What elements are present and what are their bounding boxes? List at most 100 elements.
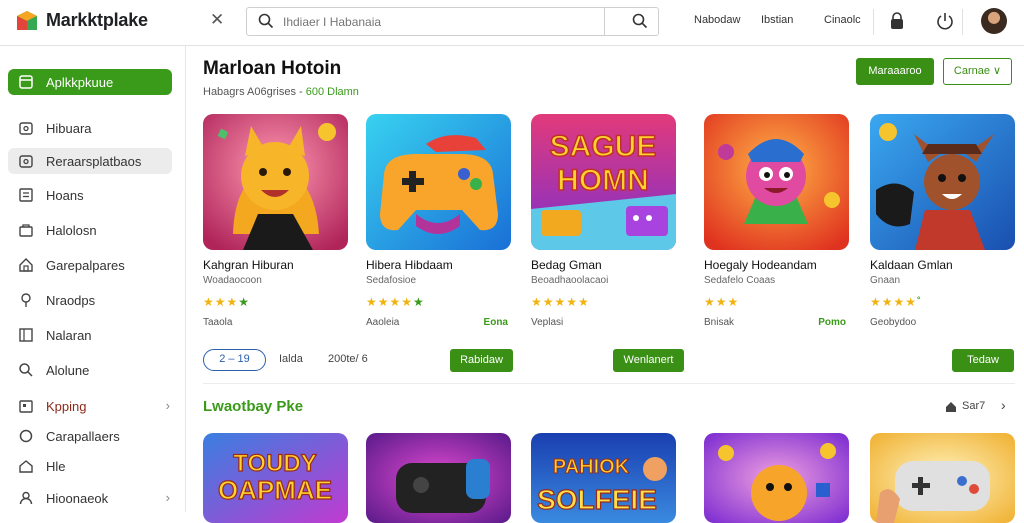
app-thumbnail[interactable]	[366, 114, 511, 250]
power-icon[interactable]	[936, 11, 954, 31]
list-icon	[19, 188, 33, 202]
sidebar-item-12[interactable]: Hle	[8, 453, 172, 479]
tag-icon	[19, 155, 33, 168]
app-thumbnail[interactable]	[870, 114, 1015, 250]
sidebar-item-apps[interactable]: Aplkkpkuue	[8, 69, 172, 95]
section-see-all-link[interactable]: Sar7	[962, 400, 985, 412]
avatar[interactable]	[981, 8, 1007, 34]
search-submit-icon[interactable]	[632, 13, 648, 29]
sidebar-item-7[interactable]: Nraodps	[8, 287, 172, 313]
primary-button[interactable]: Maraaaroo	[856, 58, 934, 85]
sidebar-item-label: Kpping	[46, 399, 87, 414]
pagination-count: 200te/ 6	[328, 353, 368, 365]
sidebar-item-10[interactable]: Kpping ›	[8, 393, 172, 419]
app-title[interactable]: Hibera Hibdaam	[366, 258, 453, 272]
star-icon: ★★★★	[366, 295, 414, 309]
rating-stars: ★★★★˚	[870, 295, 922, 309]
game-logo-icon: TOUDY	[233, 450, 317, 477]
top-link-3[interactable]: Cinaolc	[824, 14, 861, 26]
app-title[interactable]: Kahgran Hiburan	[203, 258, 294, 272]
top-bar: Markktplake ✕ Nabodaw Ibstian Cinaolc	[0, 0, 1024, 46]
star-icon: ˚	[917, 295, 923, 309]
marketplace-logo-icon[interactable]	[14, 8, 40, 34]
sidebar-item-label: Aplkkpkuue	[46, 75, 114, 90]
brand-name[interactable]: Markktplake	[46, 10, 148, 31]
sidebar-item-2[interactable]: Hibuara	[8, 115, 172, 141]
chevron-right-icon[interactable]: ›	[1001, 397, 1006, 413]
sidebar-item-4[interactable]: Hoans	[8, 182, 172, 208]
sidebar-item-13[interactable]: Hioonaeok ›	[8, 485, 172, 511]
app-meta: Bnisak	[704, 317, 735, 328]
sidebar-item-6[interactable]: Garepalpares	[8, 252, 172, 278]
search-icon	[19, 363, 33, 377]
app-developer: Sedafelo Coaas	[704, 275, 776, 286]
game-logo-icon: OAPMAE	[218, 475, 332, 505]
top-link-2[interactable]: Ibstian	[761, 14, 793, 26]
app-thumbnail[interactable]: PAHIOK SOLFEIE	[531, 433, 676, 523]
home-icon	[19, 258, 33, 272]
app-developer: Beoadhaoolacaoi	[531, 275, 609, 286]
star-icon: ★	[413, 295, 425, 309]
sidebar-item-label: Reraarsplatbaos	[46, 154, 142, 169]
star-icon: ★★★	[704, 295, 740, 309]
box-icon	[19, 400, 33, 413]
app-meta: Geobydoo	[870, 317, 917, 328]
home-icon[interactable]	[945, 401, 957, 413]
pagination-control[interactable]: 2 – 19	[203, 349, 266, 371]
sidebar-item-label: Hle	[46, 459, 66, 474]
page-subtitle: Habagrs A06grises - 600 Dlamn	[203, 86, 359, 98]
sidebar-item-label: Hioonaeok	[46, 491, 109, 506]
star-icon: ★★★★★	[531, 295, 590, 309]
category-dropdown-button[interactable]: Carnae ∨	[943, 58, 1012, 85]
app-thumbnail[interactable]: TOUDY OAPMAE	[203, 433, 348, 523]
section-title: Lwaotbay Pke	[203, 398, 304, 415]
game-logo-icon: SOLFEIE	[537, 484, 657, 515]
app-title[interactable]: Hoegaly Hodeandam	[704, 258, 817, 272]
app-developer: Gnaan	[870, 275, 901, 286]
sidebar-item-8[interactable]: Nalaran	[8, 322, 172, 348]
app-thumbnail[interactable]	[870, 433, 1015, 523]
sidebar-item-label: Hoans	[46, 188, 84, 203]
game-logo-icon: PAHIOK	[553, 456, 630, 478]
app-price: Eona	[483, 317, 508, 328]
app-thumbnail[interactable]	[704, 433, 849, 523]
top-divider	[873, 9, 874, 35]
top-link-1[interactable]: Nabodaw	[694, 14, 740, 26]
bag-icon	[19, 224, 33, 237]
search-icon	[258, 13, 274, 29]
sidebar-item-label: Halolosn	[46, 223, 97, 238]
app-thumbnail[interactable]	[203, 114, 348, 250]
sidebar-item-3[interactable]: Reraarsplatbaos	[8, 148, 172, 174]
app-price: Pomo	[818, 317, 846, 328]
app-meta: Veplasi	[531, 317, 564, 328]
circle-icon	[19, 429, 33, 443]
action-button-1[interactable]: Rabidaw	[450, 349, 513, 372]
grid-icon	[19, 328, 33, 342]
star-icon: ★★★	[203, 295, 239, 309]
house-icon	[19, 460, 33, 473]
page-title: Marloan Hotoin	[203, 58, 342, 79]
user-icon	[19, 491, 33, 505]
star-icon: ★	[238, 295, 251, 309]
close-icon[interactable]: ✕	[210, 10, 224, 30]
lock-icon[interactable]	[889, 11, 905, 31]
sidebar-item-11[interactable]: Carapallaers	[8, 423, 172, 449]
search-input[interactable]	[283, 12, 583, 31]
sidebar-item-5[interactable]: Halolosn	[8, 217, 172, 243]
rating-stars: ★★★★	[203, 295, 250, 309]
app-thumbnail[interactable]: SAGUE HOMN	[531, 114, 676, 250]
rating-stars: ★★★	[704, 295, 739, 309]
action-button-3[interactable]: Tedaw	[952, 349, 1014, 372]
app-title[interactable]: Bedag Gman	[531, 258, 602, 272]
game-logo-icon: SAGUE	[550, 130, 657, 163]
top-divider-2	[962, 9, 963, 35]
chevron-right-icon: ›	[165, 490, 170, 505]
action-button-2[interactable]: Wenlanert	[613, 349, 684, 372]
sidebar-item-label: Nraodps	[46, 293, 96, 308]
sidebar-item-9[interactable]: Alolune	[8, 357, 172, 383]
app-thumbnail[interactable]	[704, 114, 849, 250]
app-title[interactable]: Kaldaan Gmlan	[870, 258, 953, 272]
star-icon: ★★★★	[870, 295, 918, 309]
app-thumbnail[interactable]	[366, 433, 511, 523]
app-meta: Aaoleia	[366, 317, 400, 328]
